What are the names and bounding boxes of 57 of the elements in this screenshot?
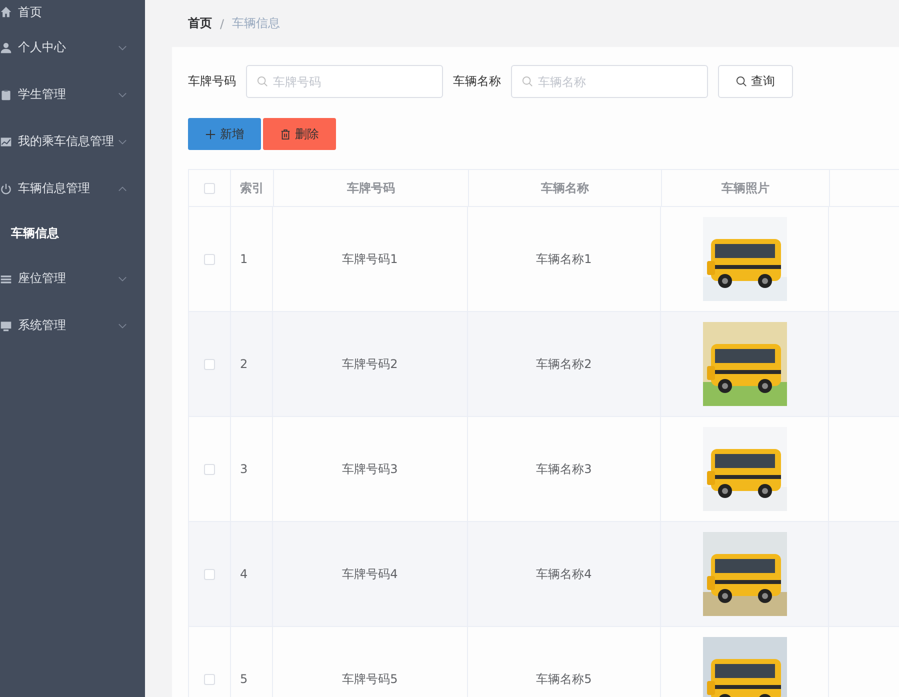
table-cell: 车牌号码1: [342, 250, 398, 268]
field-label: 车牌号码: [188, 73, 236, 90]
add-button[interactable]: 新增: [188, 118, 261, 150]
breadcrumb-separator: /: [220, 16, 224, 30]
chevron-down-icon: [118, 44, 127, 50]
table-cell: 车辆名称5: [536, 670, 592, 688]
table-cell: 车牌号码4: [342, 566, 398, 582]
clipboard-icon: [0, 88, 12, 100]
table-cell: 车牌号码5: [342, 670, 398, 688]
chevron-up-icon: [118, 186, 127, 192]
table-cell: 车辆名称1: [536, 250, 592, 268]
table-cell: 3: [240, 462, 248, 476]
breadcrumb-link[interactable]: 首页: [188, 15, 212, 32]
table-cell: 车辆名称4: [536, 566, 592, 582]
row-checkbox[interactable]: [204, 254, 215, 264]
table-cell: 5: [240, 672, 248, 686]
sidebar-item[interactable]: 我的乘车信息管理: [0, 118, 145, 165]
sidebar-item[interactable]: 座位管理: [0, 255, 145, 302]
row-checkbox[interactable]: [204, 674, 215, 684]
sidebar-item[interactable]: 系统管理: [0, 302, 145, 349]
table-cell: 车辆名称2: [536, 356, 592, 372]
search-icon: [736, 76, 747, 87]
table-cell: 4: [240, 567, 248, 581]
table-cell: 车辆名称3: [536, 460, 592, 478]
row-checkbox[interactable]: [204, 568, 215, 580]
list-icon: [0, 272, 12, 284]
sidebar-item[interactable]: 车辆信息管理: [0, 165, 145, 212]
column-header: 车辆照片: [722, 180, 770, 196]
table-cell: 2: [240, 357, 248, 371]
table-cell: 车牌号码3: [342, 460, 398, 478]
chevron-down-icon: [118, 92, 127, 98]
chevron-down-icon: [118, 322, 127, 328]
monitor-icon: [0, 320, 12, 332]
trash-icon: [280, 128, 291, 140]
plus-icon: [205, 128, 216, 140]
column-header: 车牌号码: [347, 180, 395, 196]
user-icon: [0, 42, 12, 54]
delete-button[interactable]: 删除: [263, 118, 336, 150]
search-field[interactable]: 车辆名称: [511, 65, 708, 98]
sidebar-item[interactable]: 个人中心: [0, 24, 145, 71]
column-header: 索引: [240, 180, 264, 196]
chevron-down-icon: [118, 138, 127, 144]
sidebar-subitem[interactable]: 车辆信息: [0, 212, 145, 255]
row-checkbox[interactable]: [204, 358, 215, 370]
table-cell: 车牌号码2: [342, 356, 398, 372]
home-icon: [0, 6, 12, 18]
sidebar-item[interactable]: 首页: [0, 0, 145, 24]
sidebar-item[interactable]: 学生管理: [0, 71, 145, 118]
power-icon: [0, 182, 12, 194]
row-checkbox[interactable]: [204, 464, 215, 474]
search-field[interactable]: 车牌号码: [246, 65, 443, 98]
field-label: 车辆名称: [453, 73, 501, 90]
search-button[interactable]: 查询: [718, 65, 793, 98]
select-all-checkbox[interactable]: [204, 182, 215, 194]
table-cell: 1: [240, 252, 248, 266]
column-header: 车辆名称: [541, 180, 589, 196]
chevron-down-icon: [118, 276, 127, 282]
